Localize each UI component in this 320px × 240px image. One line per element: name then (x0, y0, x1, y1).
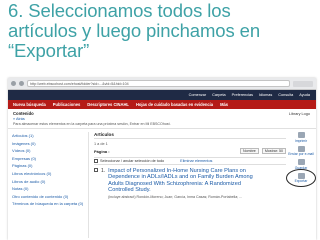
top-link-consulta[interactable]: Consulta (278, 93, 293, 97)
top-link-idiomas[interactable]: Idiomas (259, 93, 272, 97)
sidebar-item-libros-audio[interactable]: Libros de audio (0) (12, 178, 84, 186)
sidebar-item-paginas[interactable]: Páginas (0) (12, 162, 84, 170)
top-link-comenzar[interactable]: Comenzar (189, 93, 207, 97)
top-link-carpeta[interactable]: Carpeta (212, 93, 226, 97)
save-icon (297, 159, 305, 165)
pages-label: Página : (94, 148, 110, 154)
nav-hojas-cuidado[interactable]: Hojas de cuidado basadas en evidencia (136, 102, 213, 107)
sidebar-item-otro-contenido[interactable]: Otro contenido de contenido (0) (12, 193, 84, 201)
nav-nueva-busqueda[interactable]: Nueva búsqueda (13, 102, 46, 107)
back-icon[interactable]: ‹ (11, 81, 16, 86)
tool-email-label[interactable]: Enviar por e-mail (288, 152, 314, 156)
sidebar-item-notas[interactable]: Notas (0) (12, 185, 84, 193)
articles-heading: Artículos (94, 132, 286, 139)
nav-descriptores[interactable]: Descriptores CINAHL (87, 102, 129, 107)
articles-panel: Artículos 1 a de 1 Página : Nombre Mostr… (88, 132, 286, 238)
sort-controls: Nombre Mostrar: 50 (240, 148, 286, 154)
screenshot-frame: ‹ › http://web.ebscohost.com/ehost/folde… (8, 78, 316, 240)
sidebar-item-terminos[interactable]: Términos de búsqueda en la carpeta (0) (12, 200, 84, 208)
library-logo: Library Logo (288, 112, 310, 116)
highlight-ring (286, 168, 316, 187)
folder-main: Artículos (1) Imágenes (0) Vídeos (0) Em… (8, 130, 316, 240)
slide-title: 6. Seleccionamos todos los artículos y l… (8, 0, 261, 61)
name-select[interactable]: Nombre (240, 148, 259, 154)
select-all-row: Seleccionar / anular selección de todo E… (94, 157, 286, 165)
sidebar-item-libros-electronicos[interactable]: Libros electrónicos (0) (12, 170, 84, 178)
folder-message: Para almacenar estos elementos en la car… (13, 122, 171, 126)
tool-print-label[interactable]: Imprimir (295, 139, 307, 143)
select-all-checkbox[interactable] (94, 159, 98, 163)
forward-icon[interactable]: › (19, 81, 24, 86)
select-all-label[interactable]: Seleccionar / anular selección de todo (100, 159, 164, 163)
address-bar[interactable]: http://web.ebscohost.com/ehost/folder?si… (27, 80, 290, 87)
sidebar-item-articulos[interactable]: Artículos (1) (12, 132, 84, 140)
folder-context-bar: Contenido « Atrás Para almacenar estos e… (8, 109, 316, 129)
top-link-preferencias[interactable]: Preferencias (232, 93, 253, 97)
results-range: 1 a de 1 (94, 142, 108, 146)
sidebar-item-imagenes[interactable]: Imágenes (0) (12, 140, 84, 148)
nav-mas[interactable]: Más (220, 102, 228, 107)
result-authors: (incluye abstract) Rondón-Moreno; Juan; … (108, 194, 243, 199)
tool-export[interactable]: Exportar (286, 168, 316, 187)
browser-toolbar: ‹ › http://web.ebscohost.com/ehost/folde… (8, 78, 316, 90)
sidebar-item-empresas[interactable]: Empresas (0) (12, 155, 84, 163)
tool-print[interactable]: Imprimir (289, 132, 313, 143)
result-title-link[interactable]: Impact of Personalized In-Home Nursing C… (108, 168, 260, 194)
pages-row: Página : Nombre Mostrar: 50 (94, 148, 286, 154)
nav-publicaciones[interactable]: Publicaciones (53, 102, 81, 107)
context-title: Contenido (13, 111, 34, 116)
result-number: 1. (101, 168, 106, 174)
result-item: 1. Impact of Personalized In-Home Nursin… (94, 168, 286, 199)
top-link-ayuda[interactable]: Ayuda (299, 93, 310, 97)
print-icon (297, 132, 305, 138)
tool-save[interactable]: Guardar (289, 159, 313, 170)
tool-email[interactable]: Enviar por e-mail (288, 145, 314, 156)
result-checkbox[interactable] (94, 168, 98, 172)
browser-tab[interactable]: tab (293, 80, 313, 87)
tools-panel: Imprimir Enviar por e-mail Guardar Expor… (286, 132, 316, 187)
page-size-select[interactable]: Mostrar: 50 (261, 148, 286, 154)
sidebar-item-videos[interactable]: Vídeos (0) (12, 147, 84, 155)
ebsco-main-nav: Nueva búsqueda Publicaciones Descriptore… (8, 100, 316, 109)
ebsco-top-links: Comenzar Carpeta Preferencias Idiomas Co… (8, 90, 316, 100)
folder-sidebar: Artículos (1) Imágenes (0) Vídeos (0) Em… (12, 132, 84, 208)
back-link[interactable]: « Atrás (13, 117, 311, 121)
email-icon (297, 145, 305, 152)
remove-items-link[interactable]: Eliminar elementos (180, 159, 212, 163)
